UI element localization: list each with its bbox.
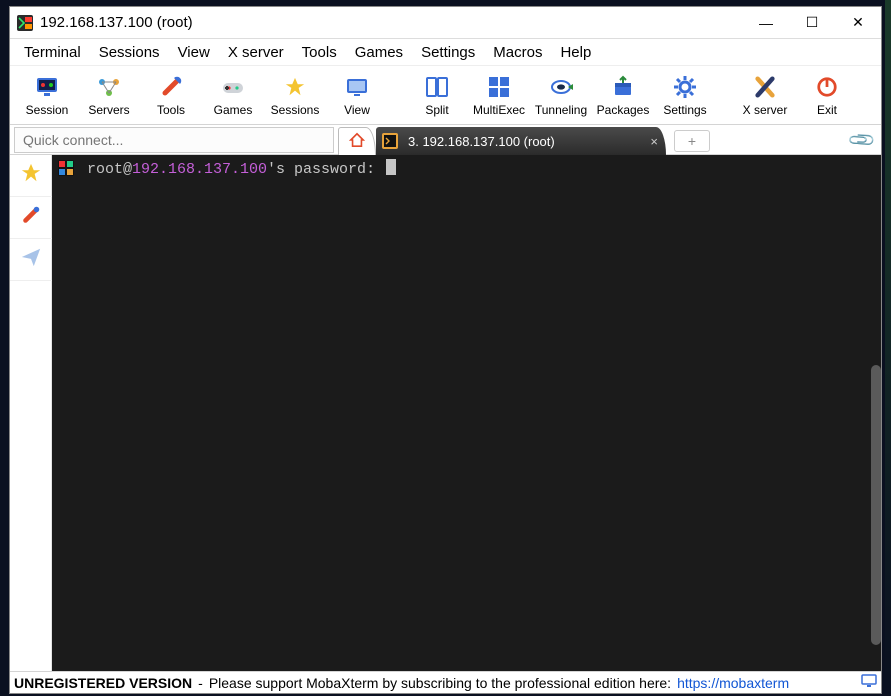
menu-sessions[interactable]: Sessions xyxy=(91,42,168,63)
xserver-button[interactable]: X server xyxy=(734,67,796,123)
paperclip-icon[interactable]: 📎 xyxy=(846,125,877,156)
toolbar: Session Servers Tools Games Sessions Vie… xyxy=(10,65,881,125)
close-button[interactable]: ✕ xyxy=(835,8,881,38)
terminal[interactable]: root@192.168.137.100's password: xyxy=(52,155,881,671)
toolbar-label: X server xyxy=(743,103,788,117)
menu-terminal[interactable]: Terminal xyxy=(16,42,89,63)
session-button[interactable]: Session xyxy=(16,67,78,123)
toolbar-label: Session xyxy=(26,103,69,117)
menu-view[interactable]: View xyxy=(170,42,218,63)
prompt-user: root@ xyxy=(78,161,132,178)
session-icon xyxy=(34,74,60,100)
view-button[interactable]: View xyxy=(326,67,388,123)
terminal-cursor xyxy=(386,159,396,175)
titlebar[interactable]: 192.168.137.100 (root) — ☐ ✕ xyxy=(10,7,881,39)
quick-connect-input[interactable] xyxy=(14,127,334,153)
toolbar-label: Servers xyxy=(88,103,129,117)
add-tab-button[interactable]: + xyxy=(674,130,710,152)
minimize-button[interactable]: — xyxy=(743,8,789,38)
toolbar-label: Games xyxy=(214,103,253,117)
maximize-button[interactable]: ☐ xyxy=(789,8,835,38)
status-sep: - xyxy=(198,675,203,691)
exit-icon xyxy=(814,74,840,100)
tunneling-button[interactable]: Tunneling xyxy=(530,67,592,123)
toolbar-label: View xyxy=(344,103,370,117)
sessions-button[interactable]: Sessions xyxy=(264,67,326,123)
terminal-line: root@192.168.137.100's password: xyxy=(58,159,875,180)
statusbar: UNREGISTERED VERSION - Please support Mo… xyxy=(10,671,881,693)
tab-close-button[interactable]: × xyxy=(650,134,658,149)
terminal-icon xyxy=(382,133,398,149)
app-icon xyxy=(16,14,34,32)
app-icon xyxy=(58,160,74,176)
servers-button[interactable]: Servers xyxy=(78,67,140,123)
prompt-suffix: 's password: xyxy=(267,161,384,178)
games-icon xyxy=(220,74,246,100)
desktop-edge xyxy=(885,0,891,696)
menu-games[interactable]: Games xyxy=(347,42,411,63)
tunneling-icon xyxy=(548,74,574,100)
left-sidebar xyxy=(10,155,52,671)
sidebar-tools[interactable] xyxy=(10,197,52,239)
tabbar: 3. 192.168.137.100 (root) × + 📎 xyxy=(10,125,881,155)
toolbar-label: Exit xyxy=(817,103,837,117)
toolbar-label: Packages xyxy=(597,103,650,117)
terminal-scrollbar[interactable] xyxy=(871,365,881,645)
settings-button[interactable]: Settings xyxy=(654,67,716,123)
sidebar-macros[interactable] xyxy=(10,239,52,281)
toolbar-label: Settings xyxy=(663,103,706,117)
sessions-icon xyxy=(282,74,308,100)
monitor-icon[interactable] xyxy=(861,673,877,692)
packages-button[interactable]: Packages xyxy=(592,67,654,123)
tools-button[interactable]: Tools xyxy=(140,67,202,123)
split-button[interactable]: Split xyxy=(406,67,468,123)
multiexec-icon xyxy=(486,74,512,100)
home-icon xyxy=(349,132,365,151)
menu-help[interactable]: Help xyxy=(552,42,599,63)
xserver-icon xyxy=(752,74,778,100)
status-message: Please support MobaXterm by subscribing … xyxy=(209,675,671,691)
exit-button[interactable]: Exit xyxy=(796,67,858,123)
status-link[interactable]: https://mobaxterm xyxy=(677,675,789,691)
star-icon xyxy=(20,162,42,190)
toolbar-label: Split xyxy=(425,103,448,117)
home-tab[interactable] xyxy=(338,127,376,155)
menu-macros[interactable]: Macros xyxy=(485,42,550,63)
servers-icon xyxy=(96,74,122,100)
games-button[interactable]: Games xyxy=(202,67,264,123)
sidebar-favorites[interactable] xyxy=(10,155,52,197)
status-unregistered: UNREGISTERED VERSION xyxy=(14,675,192,691)
settings-icon xyxy=(672,74,698,100)
prompt-host: 192.168.137.100 xyxy=(132,161,267,178)
window-title: 192.168.137.100 (root) xyxy=(40,14,193,31)
menu-settings[interactable]: Settings xyxy=(413,42,483,63)
body-area: root@192.168.137.100's password: xyxy=(10,155,881,671)
paper-plane-icon xyxy=(20,246,42,274)
toolbar-label: Tunneling xyxy=(535,103,587,117)
menu-tools[interactable]: Tools xyxy=(294,42,345,63)
toolbar-label: MultiExec xyxy=(473,103,525,117)
menu-xserver[interactable]: X server xyxy=(220,42,292,63)
packages-icon xyxy=(610,74,636,100)
tools-icon xyxy=(158,74,184,100)
split-icon xyxy=(424,74,450,100)
session-tab[interactable]: 3. 192.168.137.100 (root) × xyxy=(376,127,666,155)
app-window: 192.168.137.100 (root) — ☐ ✕ Terminal Se… xyxy=(9,6,882,694)
session-tab-label: 3. 192.168.137.100 (root) xyxy=(408,134,555,149)
multiexec-button[interactable]: MultiExec xyxy=(468,67,530,123)
tools-icon xyxy=(20,204,42,232)
toolbar-label: Tools xyxy=(157,103,185,117)
toolbar-label: Sessions xyxy=(271,103,320,117)
menubar: Terminal Sessions View X server Tools Ga… xyxy=(10,39,881,65)
view-icon xyxy=(344,74,370,100)
